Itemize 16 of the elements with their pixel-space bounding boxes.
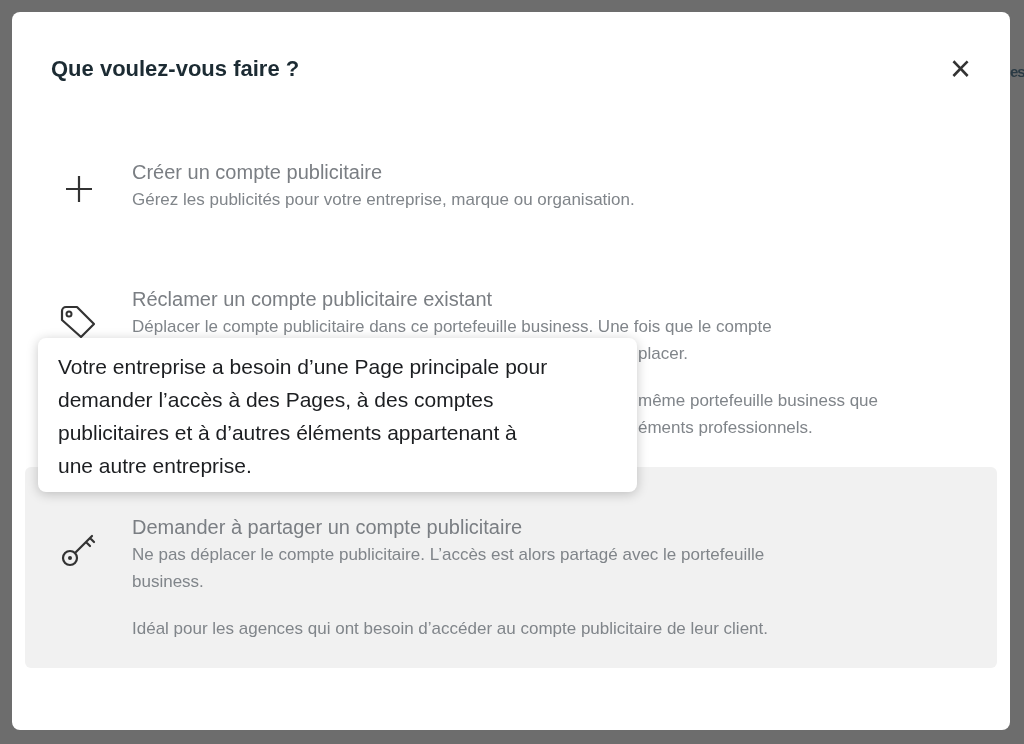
background-text: es: [1010, 63, 1024, 80]
option-description: Gérez les publicités pour votre entreprise, marque ou organisation.: [132, 189, 635, 211]
option-title: Réclamer un compte publicitaire existant: [132, 287, 494, 312]
option-description: business.: [132, 571, 204, 593]
option-title: Créer un compte publicitaire: [132, 160, 384, 185]
option-description: placer.: [638, 343, 689, 365]
option-title: Demander à partager un compte publicitaire: [132, 515, 524, 540]
close-button[interactable]: ×: [949, 55, 971, 83]
option-description: Idéal pour les agences qui ont besoin d’accéder au compte publicitaire de leur client.: [132, 618, 768, 640]
plus-icon: [63, 174, 94, 204]
tooltip: Votre entreprise a besoin d’une Page principale pour demander l’accès à des Pages, à des comptes publicitaires et à d’autres éléments appartenant à une autre entreprise.: [38, 338, 637, 492]
dialog-title: Que voulez-vous faire ?: [51, 56, 300, 82]
option-description: Ne pas déplacer le compte publicitaire. L’accès est alors partagé avec le portefeuille: [132, 544, 765, 566]
option-description: même portefeuille business que: [638, 390, 879, 412]
option-description: éments professionnels.: [638, 417, 813, 439]
option-description: Déplacer le compte publicitaire dans ce portefeuille business. Une fois que le compte: [132, 316, 772, 338]
